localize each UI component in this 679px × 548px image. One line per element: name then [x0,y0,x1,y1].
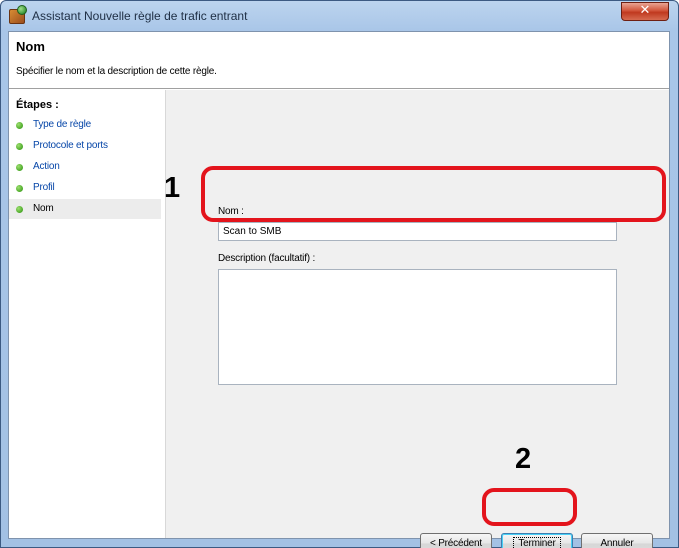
finish-button-label: Terminer [513,537,561,548]
name-input[interactable]: Scan to SMB [218,222,617,241]
step-status-icon [16,164,23,171]
title-bar[interactable]: Assistant Nouvelle règle de trafic entra… [1,1,678,31]
step-status-icon [16,143,23,150]
step-item-action[interactable]: Action [9,157,161,177]
page-title: Nom [16,39,45,54]
finish-button[interactable]: Terminer [501,533,573,548]
step-item-type-de-regle[interactable]: Type de règle [9,115,161,135]
callout-frame-finish [482,488,577,526]
firewall-icon [9,5,27,24]
cancel-button[interactable]: Annuler [581,533,653,548]
description-label: Description (facultatif) : [218,253,316,264]
window-title: Assistant Nouvelle règle de trafic entra… [32,9,248,23]
step-label: Nom [33,203,54,214]
page-subtitle: Spécifier le nom et la description de ce… [16,66,217,77]
callout-frame-name [201,166,666,222]
step-item-profil[interactable]: Profil [9,178,161,198]
close-button[interactable]: ✕ [621,2,669,21]
wizard-content: Nom Spécifier le nom et la description d… [8,31,670,548]
back-button[interactable]: < Précédent [420,533,492,548]
steps-heading: Étapes : [16,99,59,111]
description-textarea[interactable] [218,269,617,385]
callout-number-1: 1 [164,172,181,204]
step-item-protocole-et-ports[interactable]: Protocole et ports [9,136,161,156]
step-status-icon [16,185,23,192]
callout-number-2: 2 [515,443,532,475]
step-label: Protocole et ports [33,140,108,151]
steps-sidebar: Étapes : Type de règle Protocole et port… [9,90,165,538]
wizard-window: Assistant Nouvelle règle de trafic entra… [0,0,679,548]
step-label: Type de règle [33,119,91,130]
step-item-nom[interactable]: Nom [9,199,161,219]
step-label: Action [33,161,60,172]
step-label: Profil [33,182,55,193]
form-panel: Nom : Scan to SMB Description (facultati… [165,90,669,548]
page-header: Nom Spécifier le nom et la description d… [9,32,669,89]
step-status-icon [16,122,23,129]
step-status-icon [16,206,23,213]
